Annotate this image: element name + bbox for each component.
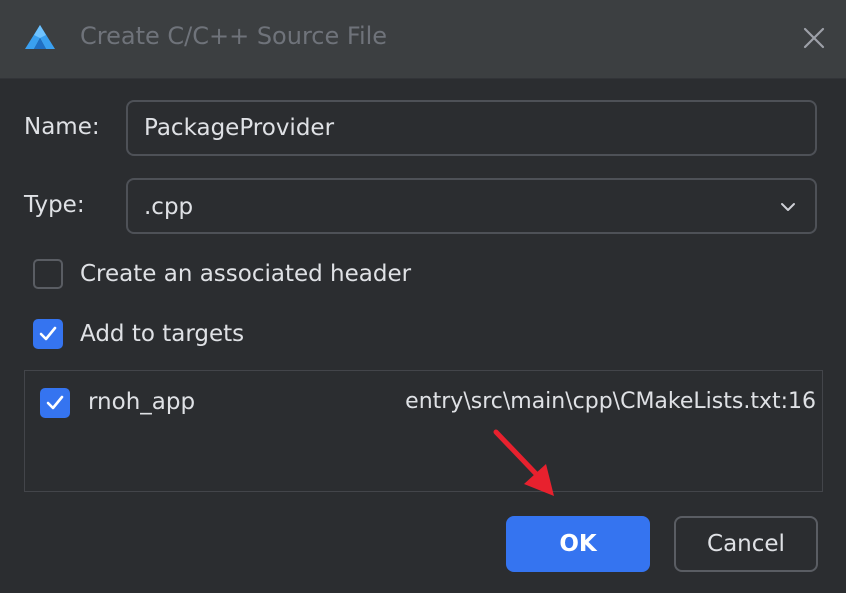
dialog-title: Create C/C++ Source File	[80, 22, 388, 50]
app-logo-icon	[24, 24, 56, 50]
create-source-file-dialog: Create C/C++ Source File Name: Type: .cp…	[0, 0, 846, 593]
checkmark-icon	[39, 326, 57, 341]
target-path: entry\src\main\cpp\CMakeLists.txt:16	[405, 389, 816, 414]
name-input[interactable]	[126, 100, 817, 156]
associated-header-checkbox[interactable]	[33, 259, 63, 289]
chevron-down-icon	[778, 197, 798, 217]
add-to-targets-checkbox[interactable]	[33, 319, 63, 349]
title-bar: Create C/C++ Source File	[0, 0, 846, 79]
target-row[interactable]: rnoh_app entry\src\main\cpp\CMakeLists.t…	[25, 379, 822, 427]
associated-header-label: Create an associated header	[80, 261, 412, 287]
ok-button[interactable]: OK	[506, 516, 650, 572]
target-name: rnoh_app	[88, 389, 196, 415]
type-selected-value: .cpp	[144, 194, 194, 220]
name-label: Name:	[24, 114, 100, 140]
add-to-targets-label: Add to targets	[80, 321, 245, 347]
cancel-button[interactable]: Cancel	[674, 516, 818, 572]
checkmark-icon	[46, 395, 64, 410]
target-checkbox[interactable]	[40, 388, 70, 418]
targets-list: rnoh_app entry\src\main\cpp\CMakeLists.t…	[24, 370, 823, 492]
type-label: Type:	[24, 192, 85, 218]
type-dropdown[interactable]: .cpp	[126, 178, 817, 234]
close-icon[interactable]	[798, 22, 830, 54]
